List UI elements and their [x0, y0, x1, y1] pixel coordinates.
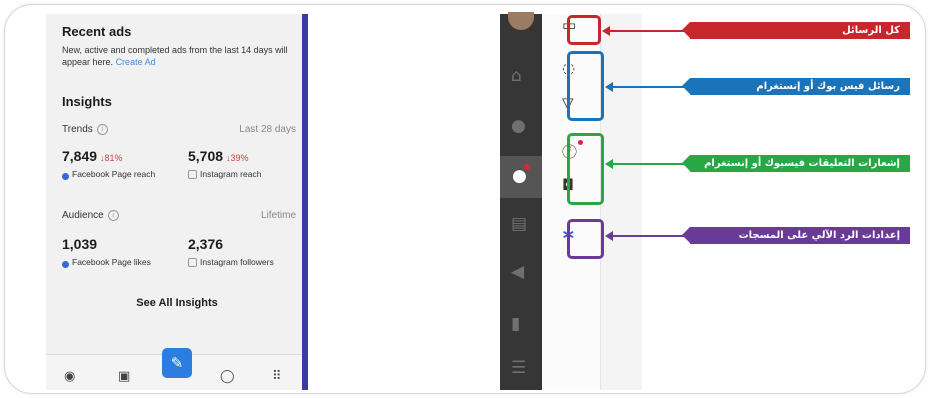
notifications-icon[interactable]: ●	[511, 116, 526, 136]
recent-ads-description: New, active and completed ads from the l…	[62, 45, 288, 67]
create-ad-link[interactable]: Create Ad	[116, 57, 156, 67]
label-automation: إعدادات الرد الآلي على المسجات	[682, 227, 910, 244]
profile-icon[interactable]: ◉	[64, 369, 75, 384]
instagram-icon	[188, 170, 197, 179]
fb-reach-metric: 7,849 ↓81% Facebook Page reach	[62, 148, 162, 180]
ig-reach-change: ↓39%	[226, 153, 249, 163]
ig-reach-value: 5,708	[188, 148, 224, 164]
ig-followers-value: 2,376	[188, 236, 224, 252]
audience-period: Lifetime	[260, 210, 296, 221]
insights-icon[interactable]: ▮	[511, 314, 520, 334]
instagram-icon	[188, 258, 197, 267]
label-comments: إشعارات التعليقات فيسبوك أو إنستغرام	[682, 155, 910, 172]
main-sidebar: ⌂ ● ● ▤ ◀ ▮ ☰	[500, 12, 542, 390]
ads-icon[interactable]: ◀	[511, 262, 524, 282]
arrow-line	[612, 235, 684, 237]
mobile-insights-panel: Recent ads New, active and completed ads…	[46, 14, 308, 390]
more-icon[interactable]: ⠿	[272, 369, 282, 384]
chat-icon[interactable]: ◯	[220, 369, 235, 384]
notification-dot	[524, 164, 530, 170]
fb-reach-value: 7,849	[62, 148, 98, 164]
fb-likes-value: 1,039	[62, 236, 98, 252]
menu-icon[interactable]: ☰	[511, 358, 526, 378]
panel-accent-bar	[302, 14, 308, 390]
messages-highlight	[567, 51, 604, 121]
facebook-icon	[62, 261, 69, 268]
label-messages: رسائل فيس بوك أو إنستغرام	[682, 78, 910, 95]
ig-followers-label: Instagram followers	[200, 257, 274, 267]
ig-followers-metric: 2,376 Instagram followers	[188, 236, 288, 267]
compose-icon[interactable]: ✎	[162, 348, 192, 378]
fb-reach-label: Facebook Page reach	[72, 169, 156, 179]
arrow-line	[612, 86, 684, 88]
trends-period[interactable]: Last 28 days	[239, 124, 296, 135]
ig-reach-label: Instagram reach	[200, 169, 262, 179]
info-icon[interactable]: i	[96, 124, 108, 135]
avatar[interactable]	[508, 12, 534, 30]
inbox-nav-selected[interactable]: ●	[500, 156, 542, 198]
facebook-icon	[62, 173, 69, 180]
insights-title: Insights	[62, 94, 112, 109]
comments-highlight	[567, 133, 604, 205]
arrow-line	[609, 30, 684, 32]
fb-likes-label: Facebook Page likes	[72, 257, 151, 267]
all-messages-highlight	[567, 15, 601, 45]
pages-icon[interactable]: ▣	[118, 369, 130, 384]
ig-reach-metric: 5,708 ↓39% Instagram reach	[188, 148, 298, 179]
content-icon[interactable]: ▤	[511, 214, 527, 234]
fb-likes-metric: 1,039 Facebook Page likes	[62, 236, 162, 268]
trends-label: Trends i	[62, 124, 108, 135]
see-all-insights-button[interactable]: See All Insights	[46, 297, 308, 309]
fb-reach-change: ↓81%	[100, 153, 123, 163]
inbox-content-area	[601, 14, 642, 390]
label-all-messages: كل الرسائل	[682, 22, 910, 39]
arrow-line	[612, 163, 684, 165]
automation-highlight	[567, 219, 604, 259]
recent-ads-title: Recent ads	[62, 24, 132, 39]
info-icon[interactable]: i	[107, 210, 119, 221]
home-icon[interactable]: ⌂	[511, 66, 522, 86]
audience-label: Audience i	[62, 210, 119, 221]
